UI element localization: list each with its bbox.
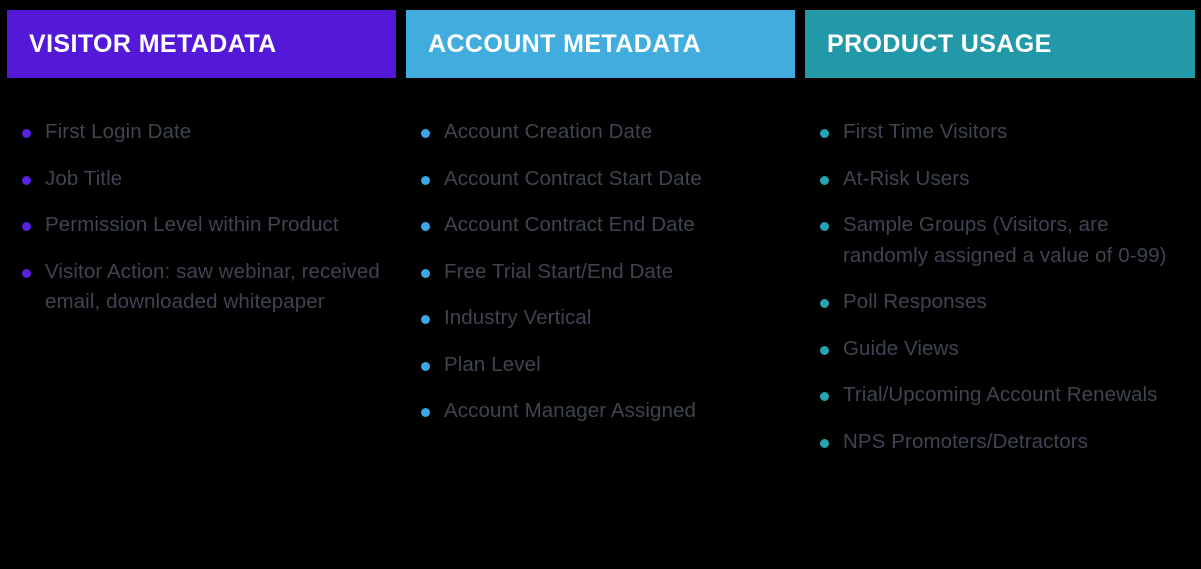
list-item: Visitor Action: saw webinar, received em… bbox=[15, 257, 390, 318]
bullet-icon bbox=[421, 222, 430, 231]
list-item-label: Poll Responses bbox=[843, 290, 987, 313]
bullet-icon bbox=[820, 438, 829, 448]
column-title-visitor-metadata: VISITOR METADATA bbox=[29, 29, 277, 58]
bullet-icon bbox=[22, 175, 31, 185]
column-product-usage: PRODUCT USAGE First Time Visitors At-Ris… bbox=[805, 10, 1195, 457]
list-item-label: Sample Groups (Visitors, are randomly as… bbox=[843, 213, 1167, 267]
list-item: Permission Level within Product bbox=[15, 210, 390, 241]
list-item-label: First Login Date bbox=[45, 120, 192, 143]
list-item: Job Title bbox=[15, 164, 390, 195]
list-item-label: Guide Views bbox=[843, 336, 959, 360]
column-title-account-metadata: ACCOUNT METADATA bbox=[428, 29, 702, 58]
list-account-metadata: Account Creation Date Account Contract S… bbox=[406, 78, 795, 427]
list-item-label: Free Trial Start/End Date bbox=[444, 259, 674, 283]
list-item-label: NPS Promoters/Detractors bbox=[843, 429, 1089, 453]
column-visitor-metadata: VISITOR METADATA First Login Date Job Ti… bbox=[7, 10, 396, 318]
column-account-metadata: ACCOUNT METADATA Account Creation Date A… bbox=[406, 10, 795, 427]
list-visitor-metadata: First Login Date Job Title Permission Le… bbox=[7, 78, 396, 318]
list-item: Industry Vertical bbox=[414, 303, 795, 334]
bullet-icon bbox=[421, 129, 430, 138]
list-item-label: Account Contract Start Date bbox=[444, 166, 702, 190]
bullet-icon bbox=[421, 315, 430, 324]
list-item-label: Account Contract End Date bbox=[444, 213, 695, 236]
list-item: Account Creation Date bbox=[414, 117, 795, 148]
three-column-metadata-board: VISITOR METADATA First Login Date Job Ti… bbox=[0, 0, 1201, 569]
bullet-icon bbox=[820, 175, 829, 185]
list-item: Guide Views bbox=[813, 334, 1173, 365]
list-product-usage: First Time Visitors At-Risk Users Sample… bbox=[805, 78, 1195, 457]
list-item: Plan Level bbox=[414, 350, 795, 381]
bullet-icon bbox=[820, 392, 829, 401]
list-item: Account Manager Assigned bbox=[414, 396, 795, 427]
column-title-product-usage: PRODUCT USAGE bbox=[827, 29, 1052, 58]
list-item: Trial/Upcoming Account Renewals bbox=[813, 380, 1173, 411]
list-item-label: Job Title bbox=[45, 166, 123, 190]
list-item: First Time Visitors bbox=[813, 117, 1173, 148]
bullet-icon bbox=[421, 268, 430, 278]
bullet-icon bbox=[820, 345, 829, 355]
list-item-label: At-Risk Users bbox=[843, 166, 970, 190]
column-header-product-usage: PRODUCT USAGE bbox=[805, 10, 1195, 78]
column-header-account-metadata: ACCOUNT METADATA bbox=[406, 10, 795, 78]
list-item: Account Contract End Date bbox=[414, 210, 795, 241]
bullet-icon bbox=[22, 268, 31, 278]
list-item-label: Permission Level within Product bbox=[45, 213, 339, 236]
list-item-label: Industry Vertical bbox=[444, 306, 592, 329]
list-item: Poll Responses bbox=[813, 287, 1173, 318]
list-item-label: Trial/Upcoming Account Renewals bbox=[843, 383, 1158, 406]
bullet-icon bbox=[421, 175, 430, 185]
list-item-label: First Time Visitors bbox=[843, 120, 1008, 143]
bullet-icon bbox=[820, 222, 829, 231]
list-item: Sample Groups (Visitors, are randomly as… bbox=[813, 210, 1173, 271]
bullet-icon bbox=[22, 129, 31, 138]
list-item: Account Contract Start Date bbox=[414, 164, 795, 195]
list-item: Free Trial Start/End Date bbox=[414, 257, 795, 288]
bullet-icon bbox=[820, 299, 829, 308]
bullet-icon bbox=[421, 408, 430, 417]
bullet-icon bbox=[421, 361, 430, 371]
list-item-label: Visitor Action: saw webinar, received em… bbox=[45, 259, 380, 314]
column-header-visitor-metadata: VISITOR METADATA bbox=[7, 10, 396, 78]
list-item: NPS Promoters/Detractors bbox=[813, 427, 1173, 458]
list-item-label: Account Creation Date bbox=[444, 120, 653, 143]
list-item: First Login Date bbox=[15, 117, 390, 148]
list-item-label: Plan Level bbox=[444, 352, 541, 376]
bullet-icon bbox=[820, 129, 829, 138]
list-item-label: Account Manager Assigned bbox=[444, 399, 696, 422]
list-item: At-Risk Users bbox=[813, 164, 1173, 195]
bullet-icon bbox=[22, 222, 31, 231]
columns-container: VISITOR METADATA First Login Date Job Ti… bbox=[0, 0, 1201, 457]
